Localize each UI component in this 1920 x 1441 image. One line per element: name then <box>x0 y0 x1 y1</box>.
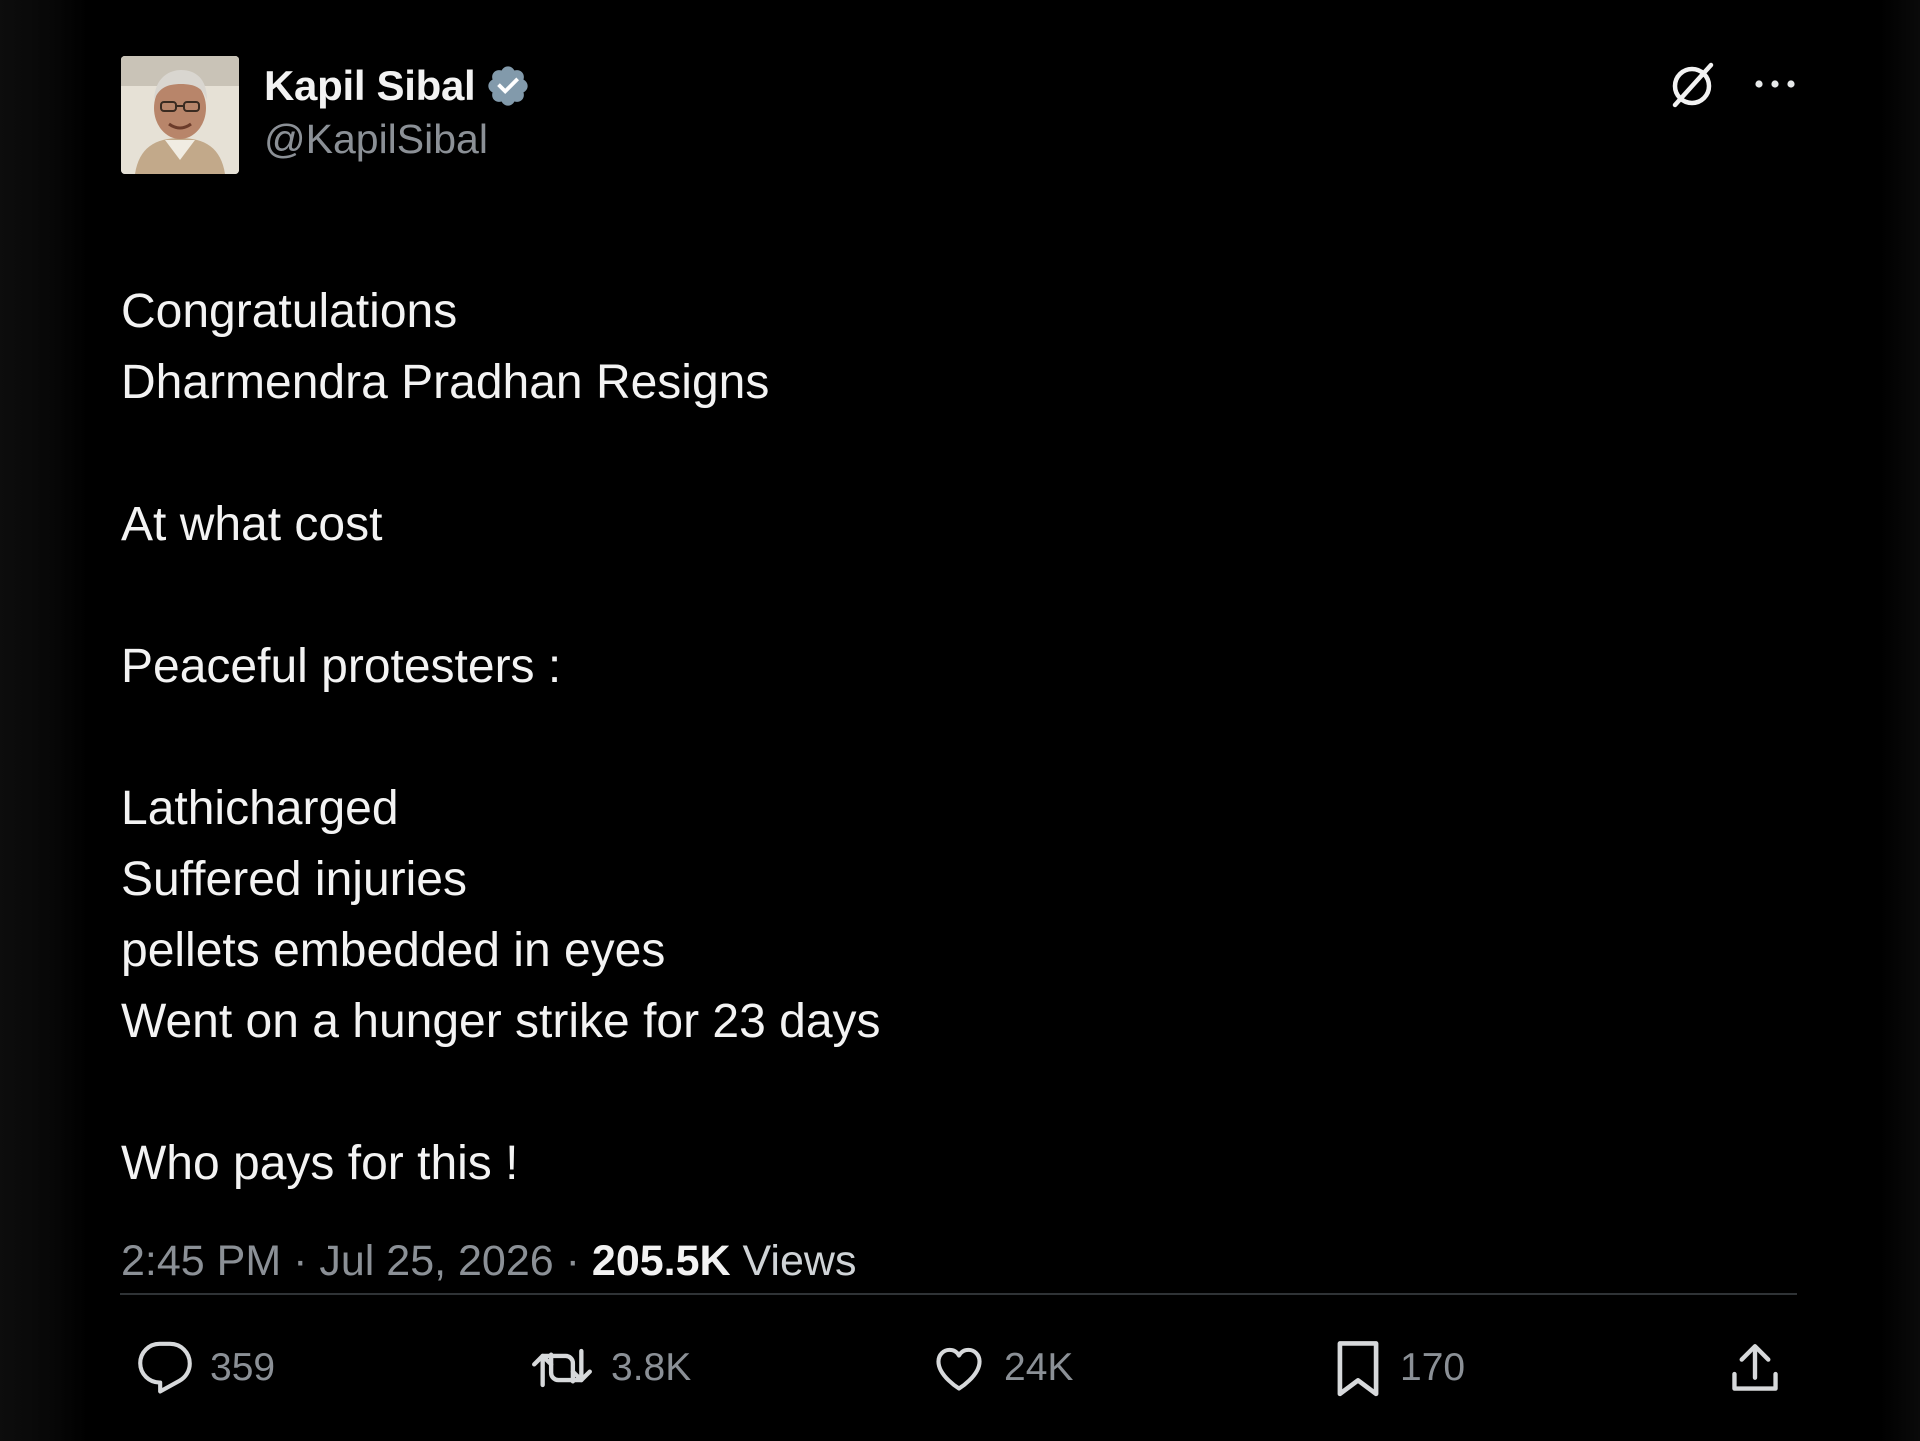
tweet-line: Lathicharged <box>121 782 399 835</box>
more-icon[interactable] <box>1753 74 1797 99</box>
share-button[interactable] <box>1726 1332 1784 1404</box>
tweet-line: Who pays for this ! <box>121 1137 519 1190</box>
tweet-line: pellets embedded in eyes <box>121 924 666 977</box>
tweet-line: Peaceful protesters : <box>121 640 562 693</box>
divider <box>120 1293 1797 1295</box>
repost-icon <box>529 1339 595 1397</box>
views-count[interactable]: 205.5K <box>592 1237 731 1285</box>
left-shadow <box>0 0 88 1441</box>
repost-count: 3.8K <box>611 1346 692 1389</box>
share-icon <box>1726 1339 1784 1397</box>
tweet-line: Suffered injuries <box>121 853 467 906</box>
bookmark-button[interactable]: 170 <box>1332 1332 1465 1404</box>
tweet-text: Congratulations Dharmendra Pradhan Resig… <box>121 276 1797 1199</box>
meta-separator: · <box>565 1237 580 1285</box>
reply-icon <box>136 1339 194 1397</box>
avatar[interactable] <box>121 56 239 174</box>
reply-count: 359 <box>210 1346 276 1389</box>
right-shadow <box>1880 0 1920 1441</box>
reply-button[interactable]: 359 <box>136 1332 275 1404</box>
meta-separator: · <box>293 1237 308 1285</box>
like-count: 24K <box>1004 1346 1074 1389</box>
tweet-line: At what cost <box>121 498 383 551</box>
tweet-line: Dharmendra Pradhan Resigns <box>121 356 770 409</box>
heart-icon <box>930 1339 988 1397</box>
tweet-card: Kapil Sibal @KapilSibal Congratulations … <box>121 56 1797 1286</box>
repost-button[interactable]: 3.8K <box>529 1332 691 1404</box>
author-handle[interactable]: @KapilSibal <box>264 116 531 163</box>
views-label[interactable]: Views <box>743 1237 857 1285</box>
top-actions <box>1665 56 1797 116</box>
grok-icon[interactable] <box>1665 57 1719 116</box>
verified-badge-icon[interactable] <box>485 63 531 109</box>
tweet-line: Went on a hunger strike for 23 days <box>121 995 881 1048</box>
action-bar: 359 3.8K 24K 170 <box>136 1332 1786 1404</box>
author-info: Kapil Sibal @KapilSibal <box>264 60 531 163</box>
bookmark-icon <box>1332 1337 1384 1399</box>
name-row: Kapil Sibal <box>264 60 531 112</box>
tweet-meta: 2:45 PM · Jul 25, 2026 · 205.5K Views <box>121 1237 1797 1286</box>
tweet-time[interactable]: 2:45 PM <box>121 1237 281 1285</box>
bookmark-count: 170 <box>1400 1346 1466 1389</box>
like-button[interactable]: 24K <box>930 1332 1073 1404</box>
tweet-line: Congratulations <box>121 285 458 338</box>
author-name[interactable]: Kapil Sibal <box>264 62 476 110</box>
avatar-photo <box>121 56 239 174</box>
tweet-header: Kapil Sibal @KapilSibal <box>121 56 1797 176</box>
tweet-date[interactable]: Jul 25, 2026 <box>319 1237 553 1285</box>
